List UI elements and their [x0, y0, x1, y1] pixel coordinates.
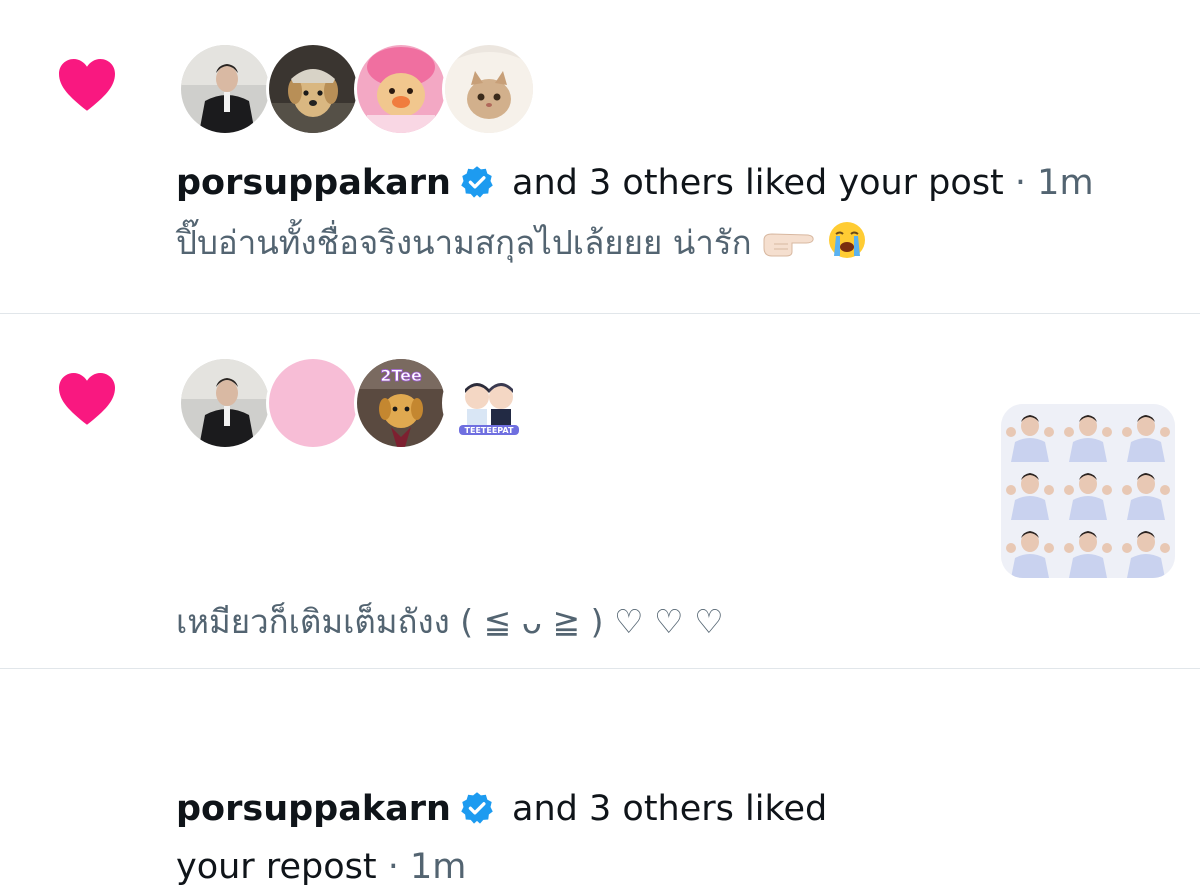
preview-text: เหมียวก็เติมเต็มถังง ( ≦ ᴗ ≧ ) ♡ ♡ ♡ [176, 602, 724, 641]
verified-badge-icon [461, 166, 493, 198]
post-preview[interactable]: ปิ๊บอ่านทั้งชื่อจริงนามสกุลไปเล้ยยย น่าร… [176, 220, 867, 265]
avatar[interactable] [178, 356, 272, 450]
heart-icon [59, 373, 115, 425]
backhand-index-pointing-right-icon [763, 233, 814, 257]
separator: · [376, 847, 410, 887]
svg-text:2Tee: 2Tee [380, 366, 422, 385]
notification-text: porsuppakarn and 3 others liked your repo… [176, 780, 896, 896]
thumbnail-image [1001, 404, 1175, 578]
verified-badge-icon [461, 792, 493, 824]
avatar-group: 2Tee TEETEEPAT [178, 356, 538, 450]
separator: · [1003, 163, 1038, 203]
notification-item-1[interactable]: porsuppakarn and 3 others liked your pos… [0, 0, 1200, 313]
avatar-group [178, 42, 538, 136]
avatar[interactable] [178, 42, 272, 136]
notification-item-2[interactable]: 2Tee TEETEEPAT porsuppakarn and 3 others… [0, 314, 1200, 887]
username-link[interactable]: porsuppakarn [176, 789, 451, 829]
avatar[interactable] [266, 356, 360, 450]
avatar[interactable] [266, 42, 360, 136]
timestamp[interactable]: 1m [410, 847, 466, 887]
action-text-continued: your repost [176, 847, 377, 887]
avatar[interactable]: TEETEEPAT [442, 356, 536, 450]
post-preview[interactable]: เหมียวก็เติมเต็มถังง ( ≦ ᴗ ≧ ) ♡ ♡ ♡ [176, 600, 724, 644]
action-text: and 3 others liked your post [500, 163, 1004, 203]
avatar[interactable]: 2Tee [354, 356, 448, 450]
heart-icon [59, 59, 115, 111]
action-text: and 3 others liked [500, 789, 828, 829]
avatar[interactable] [354, 42, 448, 136]
timestamp[interactable]: 1m [1037, 163, 1093, 203]
svg-text:TEETEEPAT: TEETEEPAT [465, 426, 514, 435]
preview-text: ปิ๊บอ่านทั้งชื่อจริงนามสกุลไปเล้ยยย น่าร… [176, 223, 752, 262]
username-link[interactable]: porsuppakarn [176, 163, 451, 203]
notification-text: porsuppakarn and 3 others liked your pos… [176, 161, 1094, 205]
loudly-crying-face-icon [828, 222, 865, 258]
divider [0, 668, 1200, 669]
photo-grid-thumbnail[interactable] [1001, 404, 1175, 578]
avatar[interactable] [442, 42, 536, 136]
